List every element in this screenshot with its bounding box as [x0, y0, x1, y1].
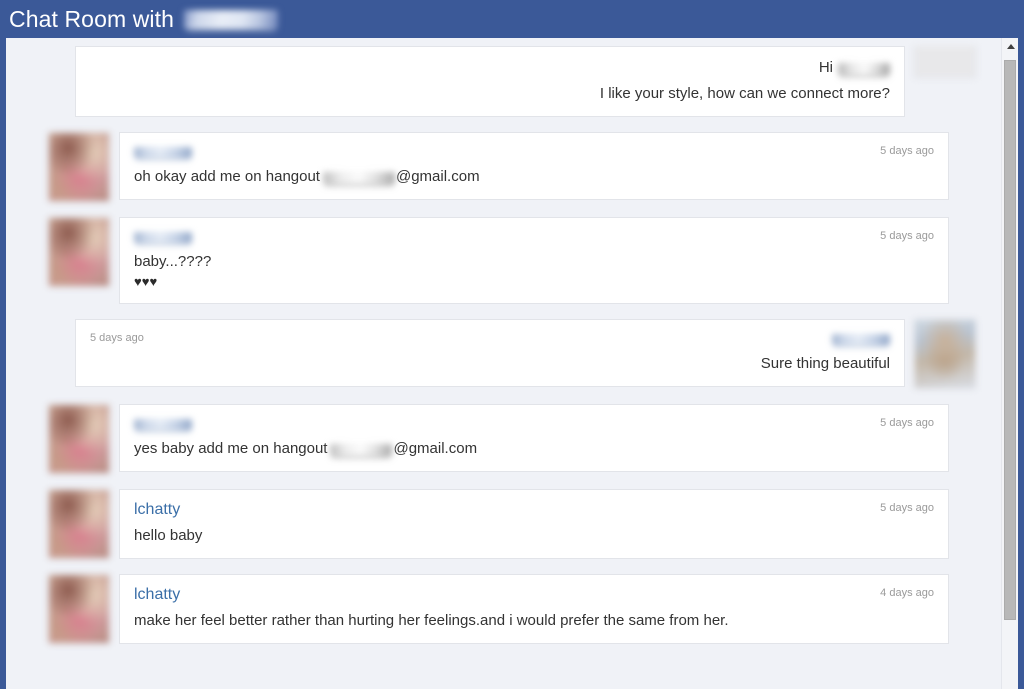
message-bubble[interactable]: 5 days ago Sure thing beautiful [75, 319, 905, 387]
message-row: lchatty 4 days ago make her feel better … [48, 574, 976, 644]
page-title: Chat Room with [9, 6, 175, 32]
message-timestamp: 4 days ago [880, 587, 934, 599]
avatar[interactable] [48, 574, 110, 644]
redacted-email-local-part [322, 171, 395, 184]
message-text: I like your style, how can we connect mo… [599, 85, 890, 102]
message-row: 5 days ago yes baby add me on hangout @gm… [48, 404, 976, 474]
chat-message-list[interactable]: Hi I like your style, how can we connect… [6, 38, 1018, 689]
message-timestamp: 5 days ago [880, 417, 934, 429]
redacted-sender-name[interactable] [832, 334, 890, 345]
avatar[interactable] [48, 404, 110, 474]
message-text: oh okay add me on hangout @gmail.com [134, 166, 934, 187]
message-header: 5 days ago [134, 143, 934, 161]
message-timestamp: 5 days ago [880, 230, 934, 242]
redacted-email-local-part [330, 443, 393, 456]
avatar[interactable] [48, 489, 110, 559]
message-row: lchatty 5 days ago hello baby [48, 489, 976, 559]
message-text-hearts: ♥♥♥ [134, 274, 158, 289]
triangle-up-icon [1006, 44, 1015, 49]
redacted-sender-name[interactable] [134, 232, 192, 243]
avatar[interactable] [914, 46, 976, 78]
avatar[interactable] [48, 217, 110, 287]
sender-name-link[interactable]: lchatty [134, 585, 180, 605]
message-row: 5 days ago Sure thing beautiful [48, 319, 976, 389]
greeting-line: Hi [819, 57, 890, 78]
message-bubble[interactable]: Hi I like your style, how can we connect… [75, 46, 905, 117]
message-text-after: @gmail.com [395, 168, 480, 185]
message-header: 5 days ago [90, 330, 890, 348]
message-row: Hi I like your style, how can we connect… [48, 46, 976, 117]
message-row: 5 days ago baby...???? ♥♥♥ [48, 217, 976, 304]
scrollbar-thumb[interactable] [1004, 60, 1016, 620]
vertical-scrollbar[interactable] [1001, 38, 1018, 689]
message-bubble[interactable]: lchatty 5 days ago hello baby [119, 489, 949, 559]
message-header: lchatty 5 days ago [134, 500, 934, 520]
message-row: 5 days ago oh okay add me on hangout @gma… [48, 132, 976, 202]
avatar[interactable] [914, 319, 976, 389]
message-bubble[interactable]: 5 days ago yes baby add me on hangout @gm… [119, 404, 949, 472]
message-text-after: @gmail.com [393, 440, 478, 457]
redacted-sender-name[interactable] [134, 419, 192, 430]
message-bubble[interactable]: 5 days ago oh okay add me on hangout @gma… [119, 132, 949, 200]
redacted-sender-name[interactable] [134, 147, 192, 158]
message-text-before: oh okay add me on hangout [134, 168, 320, 185]
message-header: 5 days ago [134, 415, 934, 433]
message-timestamp: 5 days ago [880, 502, 934, 514]
redacted-chat-partner-name [184, 9, 279, 29]
redacted-sender-name [838, 62, 890, 75]
message-header: 5 days ago [134, 228, 934, 246]
message-bubble[interactable]: lchatty 4 days ago make her feel better … [119, 574, 949, 644]
message-timestamp: 5 days ago [90, 332, 144, 344]
message-header: Hi [90, 57, 890, 78]
sender-name-link[interactable]: lchatty [134, 500, 180, 520]
message-text: yes baby add me on hangout @gmail.com [134, 438, 934, 459]
message-text: baby...???? [134, 253, 212, 270]
message-text: hello baby [134, 527, 203, 544]
message-text: make her feel better rather than hurting… [134, 612, 729, 629]
message-timestamp: 5 days ago [880, 145, 934, 157]
app-header: Chat Room with [0, 0, 1024, 38]
message-bubble[interactable]: 5 days ago baby...???? ♥♥♥ [119, 217, 949, 304]
greeting-prefix: Hi [818, 59, 833, 76]
avatar[interactable] [48, 132, 110, 202]
message-header: lchatty 4 days ago [134, 585, 934, 605]
message-text: Sure thing beautiful [760, 355, 890, 372]
message-text-before: yes baby add me on hangout [134, 440, 328, 457]
scroll-up-arrow-icon[interactable] [1002, 38, 1018, 55]
chat-frame: Hi I like your style, how can we connect… [0, 38, 1024, 689]
